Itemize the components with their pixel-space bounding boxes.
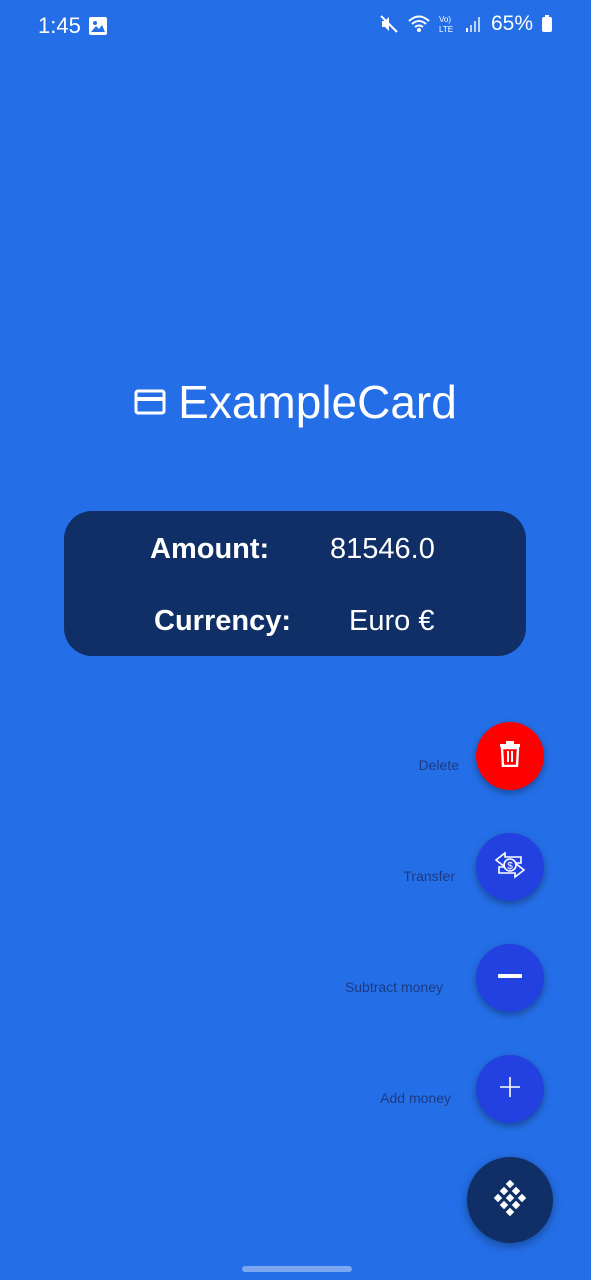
plus-icon bbox=[498, 1075, 522, 1104]
card-title: ExampleCard bbox=[0, 375, 591, 429]
navigation-handle[interactable] bbox=[242, 1266, 352, 1272]
svg-text:LTE: LTE bbox=[439, 25, 453, 34]
status-icons: Vo) LTE 65% bbox=[379, 12, 553, 36]
credit-card-icon bbox=[134, 389, 166, 415]
actions-menu-button[interactable] bbox=[467, 1157, 553, 1243]
transfer-button[interactable]: $ bbox=[476, 833, 544, 901]
volte-icon: Vo) LTE bbox=[439, 14, 457, 34]
transfer-label: Transfer bbox=[403, 868, 455, 884]
add-money-button[interactable] bbox=[476, 1055, 544, 1123]
svg-text:$: $ bbox=[507, 861, 513, 872]
svg-text:Vo): Vo) bbox=[439, 15, 451, 24]
card-name: ExampleCard bbox=[178, 376, 457, 428]
status-time: 1:45 bbox=[38, 13, 81, 38]
minus-icon bbox=[497, 963, 523, 994]
status-bar: 1:45 Vo) LTE 65% bbox=[0, 0, 591, 52]
card-info-panel: Amount: 81546.0 Currency: Euro € bbox=[64, 511, 526, 656]
delete-label: Delete bbox=[418, 757, 459, 773]
add-money-label: Add money bbox=[380, 1090, 451, 1106]
battery-icon bbox=[541, 14, 553, 34]
currency-value: Euro € bbox=[349, 605, 435, 637]
wifi-icon bbox=[407, 14, 431, 34]
diamond-grid-icon bbox=[492, 1179, 528, 1221]
trash-icon bbox=[499, 740, 521, 772]
delete-button[interactable] bbox=[476, 722, 544, 790]
mute-icon bbox=[379, 14, 399, 34]
transfer-money-icon: $ bbox=[493, 850, 527, 885]
subtract-money-button[interactable] bbox=[476, 944, 544, 1012]
gallery-icon bbox=[88, 16, 108, 36]
currency-label: Currency: bbox=[154, 605, 291, 637]
signal-icon bbox=[465, 14, 483, 34]
amount-label: Amount: bbox=[150, 533, 270, 565]
amount-value: 81546.0 bbox=[330, 533, 435, 565]
battery-percent: 65% bbox=[490, 12, 533, 35]
subtract-money-label: Subtract money bbox=[344, 979, 443, 995]
